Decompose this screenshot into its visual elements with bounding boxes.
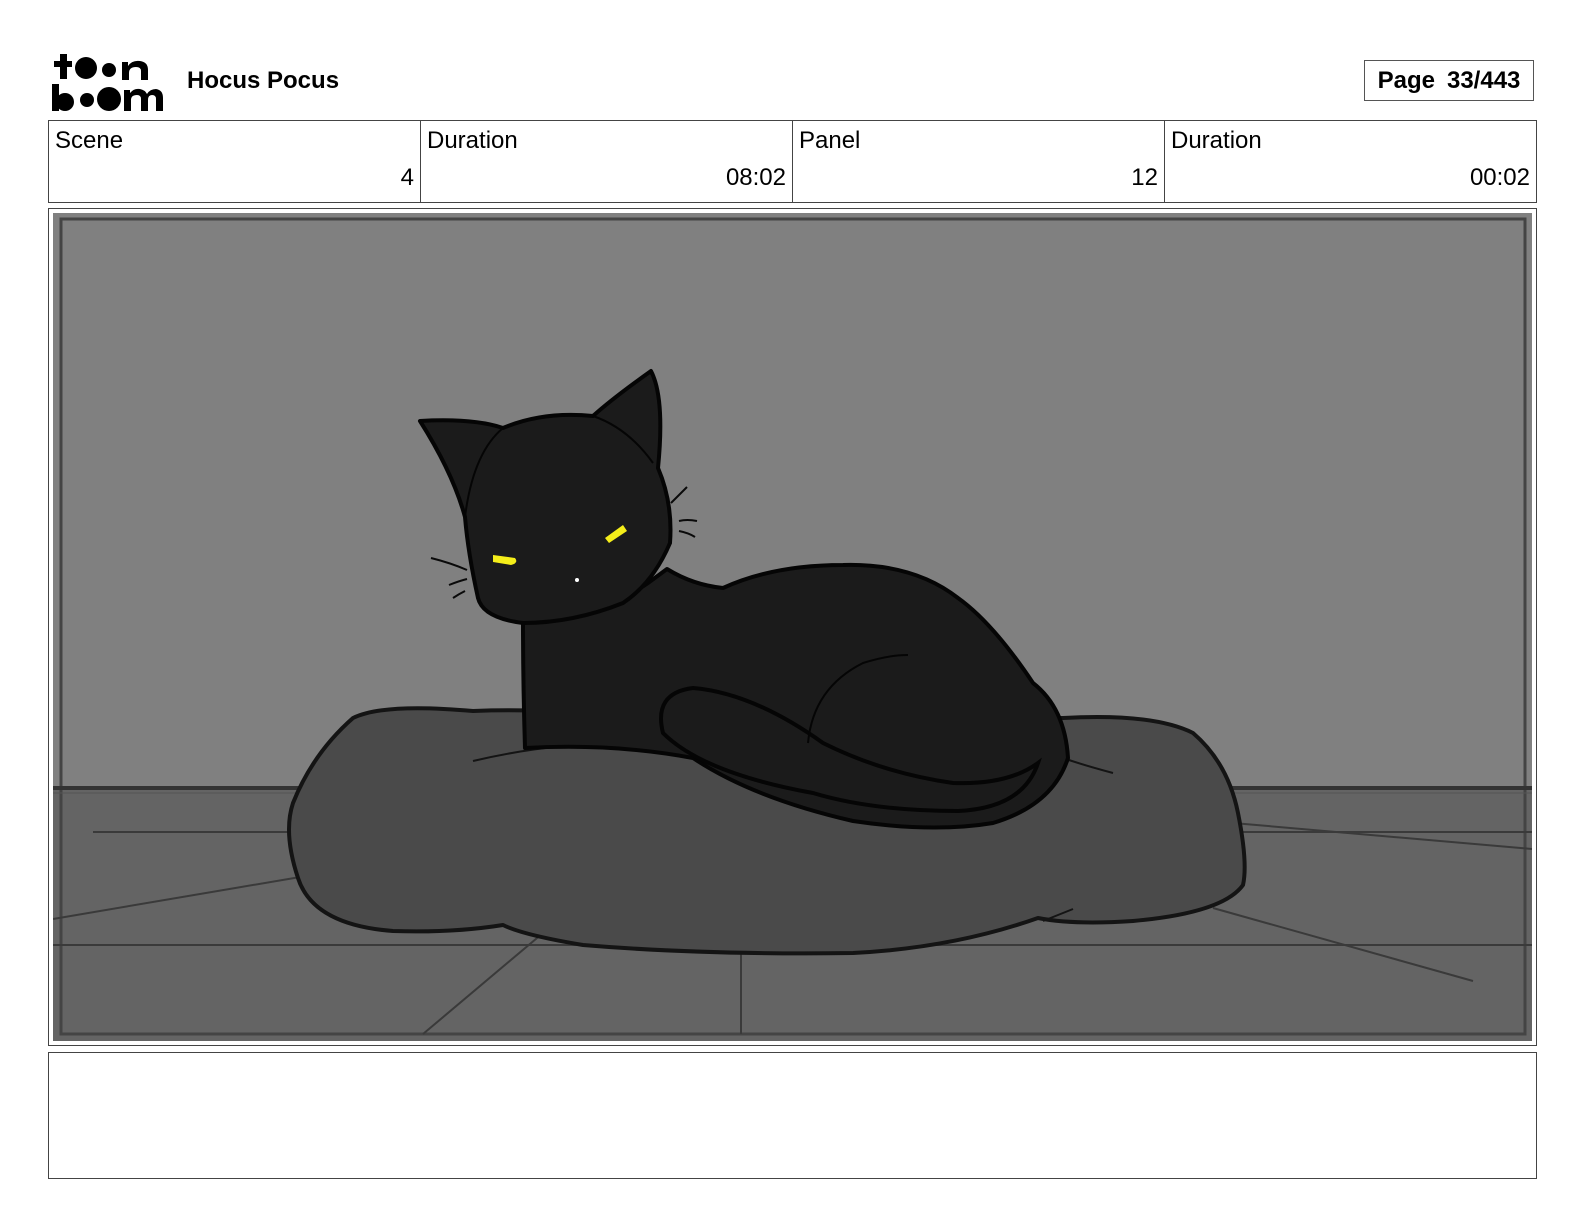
scene-value: 4 [400,164,414,191]
project-title: Hocus Pocus [187,67,340,94]
page-label: Page [1377,66,1435,94]
cat-nose [575,578,579,582]
toon-boom-logo [50,52,164,112]
scene-duration-value: 08:02 [725,164,786,191]
scene-duration-cell: Duration 08:02 [421,121,793,202]
panel-duration-label: Duration [1171,127,1262,154]
panel-duration-cell: Duration 00:02 [1165,121,1536,202]
panel-drawing [53,213,1532,1041]
panel-value: 12 [1131,164,1158,191]
scene-info-table: Scene 4 Duration 08:02 Panel 12 Duration… [48,120,1537,203]
panel-duration-value: 00:02 [1469,164,1530,191]
panel-cell: Panel 12 [793,121,1165,202]
scene-cell: Scene 4 [49,121,421,202]
page-number: 33/443 [1446,66,1521,94]
panel-frame [48,208,1537,1046]
panel-notes-box[interactable] [48,1052,1537,1179]
scene-label: Scene [55,127,124,154]
page-indicator: Page 33/443 [1364,60,1534,101]
scene-duration-label: Duration [427,127,518,154]
panel-label: Panel [799,127,861,154]
